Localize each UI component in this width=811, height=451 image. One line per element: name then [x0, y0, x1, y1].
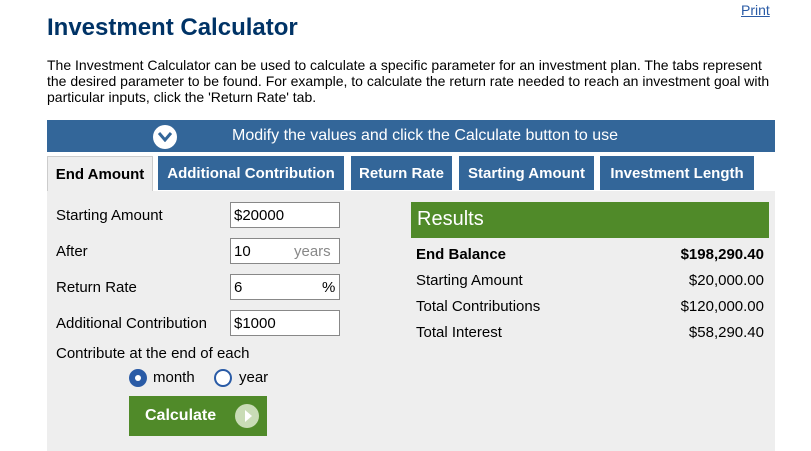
tab-additional-contribution[interactable]: Additional Contribution — [158, 156, 344, 190]
contribute-frequency-label: Contribute at the end of each — [56, 345, 250, 362]
intro-text: The Investment Calculator can be used to… — [47, 57, 770, 105]
instruction-banner: Modify the values and click the Calculat… — [47, 120, 775, 152]
result-value-total-interest: $58,290.40 — [688, 324, 764, 341]
results-title: Results — [417, 208, 484, 230]
results-header: Results — [411, 202, 769, 238]
result-label-starting-amount: Starting Amount — [416, 272, 523, 289]
result-value-total-contributions: $120,000.00 — [680, 298, 764, 315]
percent-unit: % — [322, 279, 336, 296]
tab-return-rate[interactable]: Return Rate — [351, 156, 452, 190]
radio-year[interactable] — [214, 369, 232, 387]
chevron-down-icon[interactable] — [153, 125, 177, 149]
result-value-starting-amount: $20,000.00 — [688, 272, 764, 289]
additional-contribution-label: Additional Contribution — [56, 315, 207, 332]
calculate-button-label: Calculate — [145, 407, 217, 424]
print-link[interactable]: Print — [741, 2, 770, 18]
return-rate-label: Return Rate — [56, 279, 137, 296]
starting-amount-label: Starting Amount — [56, 207, 163, 224]
tab-investment-length[interactable]: Investment Length — [600, 156, 754, 190]
radio-year-label[interactable]: year — [239, 369, 268, 386]
additional-contribution-input[interactable] — [230, 310, 340, 336]
calculate-button[interactable]: Calculate — [129, 396, 267, 436]
result-label-end-balance: End Balance — [416, 246, 507, 263]
years-unit: years — [294, 243, 331, 260]
after-label: After — [56, 243, 88, 260]
starting-amount-input[interactable] — [230, 202, 340, 228]
result-label-total-contributions: Total Contributions — [416, 298, 541, 315]
play-icon — [235, 404, 259, 428]
radio-month-label[interactable]: month — [153, 369, 195, 386]
banner-text: Modify the values and click the Calculat… — [232, 127, 618, 144]
radio-month[interactable] — [129, 369, 147, 387]
tab-starting-amount[interactable]: Starting Amount — [459, 156, 594, 190]
result-value-end-balance: $198,290.40 — [680, 246, 764, 263]
tab-end-amount[interactable]: End Amount — [47, 156, 153, 193]
result-label-total-interest: Total Interest — [416, 324, 502, 341]
page-title: Investment Calculator — [47, 14, 298, 41]
